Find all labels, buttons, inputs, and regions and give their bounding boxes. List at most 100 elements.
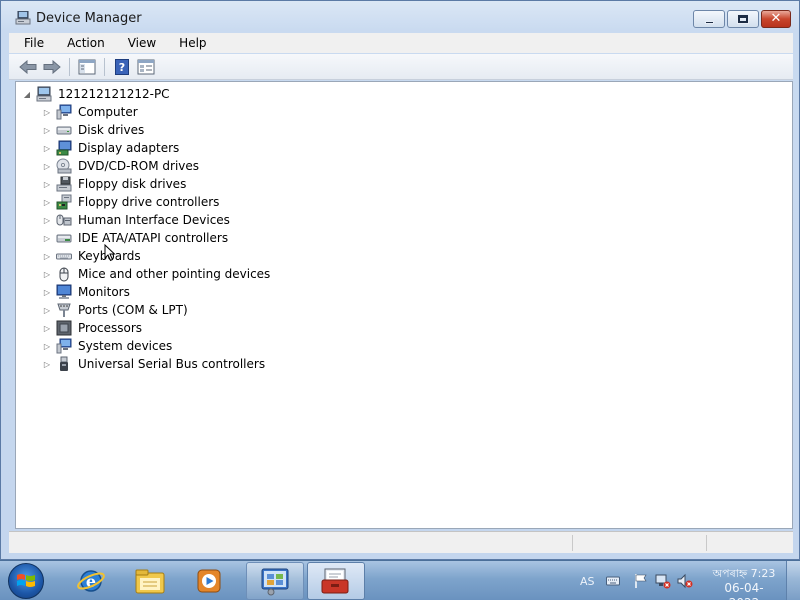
minimize-icon: [704, 20, 714, 24]
tree-item-usb-controllers[interactable]: ▷ Universal Serial Bus controllers: [42, 355, 265, 373]
svg-text:?: ?: [119, 61, 125, 74]
tree-item-label: IDE ATA/ATAPI controllers: [78, 231, 229, 245]
tree-item-dvd-drives[interactable]: ▷ DVD/CD-ROM drives: [42, 157, 199, 175]
expand-icon[interactable]: ▷: [42, 215, 52, 225]
taskbar: e AS অপৰাহ্ন 7:23 06-04-: [0, 560, 800, 600]
usb-icon: [60, 356, 68, 371]
tree-root[interactable]: ◢ 121212121212-PC: [22, 85, 170, 103]
toolbar-separator: [69, 57, 70, 76]
taskbar-windows-explorer[interactable]: [121, 562, 179, 600]
expand-icon[interactable]: ▷: [42, 143, 52, 153]
properties-icon: [137, 59, 155, 74]
tree-item-ide-controllers[interactable]: ▷ IDE ATA/ATAPI controllers: [42, 229, 228, 247]
tree-item-label: Mice and other pointing devices: [78, 267, 271, 281]
toolbar: ?: [9, 54, 793, 80]
clock[interactable]: অপৰাহ্ন 7:23 06-04-2022: [712, 566, 776, 600]
menu-bar: File Action View Help: [9, 33, 793, 53]
dvd-drive-icon: [56, 158, 72, 174]
expand-icon[interactable]: ▷: [42, 125, 52, 135]
expand-icon[interactable]: ▷: [42, 233, 52, 243]
tree-item-processors[interactable]: ▷ Processors: [42, 319, 142, 337]
computer-icon: [36, 86, 52, 102]
taskbar-control-panel[interactable]: [246, 562, 304, 600]
tree-item-floppy-drive-controllers[interactable]: ▷ Floppy drive controllers: [42, 193, 219, 211]
action-center-flag-icon[interactable]: [633, 573, 649, 589]
control-panel-icon: [261, 568, 289, 596]
processor-icon: [56, 320, 72, 336]
floppy-disk-icon: [56, 176, 72, 192]
network-icon[interactable]: [655, 573, 671, 589]
expand-icon[interactable]: ▷: [42, 341, 52, 351]
tree-item-system-devices[interactable]: ▷ System devices: [42, 337, 172, 355]
media-player-icon: [197, 569, 221, 593]
show-desktop-button[interactable]: [786, 561, 800, 600]
expand-icon[interactable]: ▷: [42, 107, 52, 117]
taskbar-internet-explorer[interactable]: e: [62, 562, 120, 600]
tree-item-monitors[interactable]: ▷ Monitors: [42, 283, 130, 301]
tree-item-keyboards[interactable]: ▷ Keyboards: [42, 247, 141, 265]
expand-icon[interactable]: ▷: [42, 161, 52, 171]
device-manager-icon: [15, 11, 31, 25]
expand-icon[interactable]: ▷: [42, 269, 52, 279]
close-icon: ✕: [770, 11, 782, 26]
status-divider: [572, 535, 573, 551]
expand-icon[interactable]: ▷: [42, 179, 52, 189]
menu-action[interactable]: Action: [52, 36, 113, 50]
tree-item-floppy-disk-drives[interactable]: ▷ Floppy disk drives: [42, 175, 186, 193]
tree-item-label: Monitors: [78, 285, 130, 299]
mouse-cursor-icon: [104, 244, 116, 262]
language-indicator[interactable]: AS: [580, 575, 595, 588]
close-button[interactable]: ✕: [761, 10, 791, 28]
status-bar: [9, 531, 793, 553]
tree-item-display-adapters[interactable]: ▷ Display adapters: [42, 139, 179, 157]
expand-icon[interactable]: ▷: [42, 305, 52, 315]
internet-explorer-icon: e: [77, 570, 105, 592]
properties-button[interactable]: [135, 57, 157, 77]
title-bar[interactable]: Device Manager ✕: [1, 1, 799, 33]
taskbar-device-manager[interactable]: [307, 562, 365, 600]
expand-icon[interactable]: ▷: [42, 359, 52, 369]
back-icon: [19, 59, 37, 74]
help-button[interactable]: ?: [111, 57, 133, 77]
window-title: Device Manager: [36, 11, 142, 26]
tree-item-label: Display adapters: [78, 141, 180, 155]
tree-item-label: Floppy drive controllers: [78, 195, 220, 209]
mouse-icon: [59, 267, 69, 282]
volume-muted-icon[interactable]: [677, 573, 693, 589]
tree-item-ports[interactable]: ▷ Ports (COM & LPT): [42, 301, 188, 319]
tree-item-mice[interactable]: ▷ Mice and other pointing devices: [42, 265, 270, 283]
menu-view[interactable]: View: [113, 36, 164, 50]
clock-time: অপৰাহ্ন 7:23: [712, 567, 776, 580]
maximize-icon: [737, 14, 749, 24]
port-icon: [57, 303, 71, 317]
windows-explorer-icon: [135, 569, 165, 594]
expand-icon[interactable]: ▷: [42, 251, 52, 261]
collapse-icon[interactable]: ◢: [22, 89, 32, 99]
tree-item-label: Human Interface Devices: [78, 213, 230, 227]
show-hide-console-tree-button[interactable]: [76, 57, 98, 77]
menu-file[interactable]: File: [9, 36, 52, 50]
keyboard-tray-icon[interactable]: [605, 573, 621, 589]
keyboard-icon: [56, 253, 72, 260]
maximize-button[interactable]: [727, 10, 759, 28]
device-manager-window: Device Manager ✕ File Action View Help ?: [0, 0, 800, 560]
expand-icon[interactable]: ▷: [42, 197, 52, 207]
device-tree: ◢ 121212121212-PC ▷ Computer ▷ Disk driv…: [15, 81, 793, 529]
hid-icon: [56, 214, 72, 226]
tree-item-computer[interactable]: ▷ Computer: [42, 103, 138, 121]
tree-item-human-interface-devices[interactable]: ▷ Human Interface Devices: [42, 211, 230, 229]
device-manager-icon: [321, 568, 349, 594]
back-button[interactable]: [17, 57, 39, 77]
expand-icon[interactable]: ▷: [42, 287, 52, 297]
forward-button[interactable]: [41, 57, 63, 77]
windows-logo-icon: [17, 574, 35, 587]
expand-icon[interactable]: ▷: [42, 323, 52, 333]
system-device-icon: [56, 338, 72, 354]
tree-item-label: Floppy disk drives: [78, 177, 187, 191]
minimize-button[interactable]: [693, 10, 725, 28]
start-button[interactable]: [8, 563, 44, 599]
tree-item-disk-drives[interactable]: ▷ Disk drives: [42, 121, 144, 139]
taskbar-media-player[interactable]: [180, 562, 238, 600]
display-adapter-icon: [56, 140, 72, 156]
menu-help[interactable]: Help: [164, 36, 214, 50]
